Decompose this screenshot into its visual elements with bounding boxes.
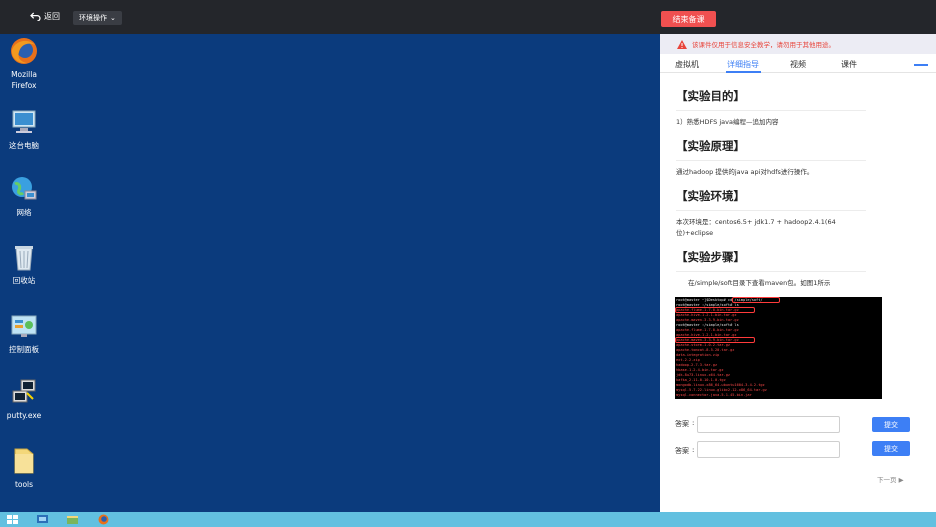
back-arrow-icon: [30, 12, 41, 21]
section-text: 1）熟悉HDFS java编程—追加内容: [676, 118, 779, 126]
answer-colon: :: [692, 446, 695, 454]
panel-tabs: 虚拟机 详细指导 视频 课件: [660, 55, 936, 73]
terminal-line: mongodb-linux-x86_64-ubuntu1604-3.4.2.tg…: [676, 383, 765, 387]
icon-label: 回收站: [12, 276, 36, 285]
answer-input-2[interactable]: [697, 441, 840, 458]
answer-label: 答案: [675, 420, 689, 428]
highlight-box: [732, 297, 780, 303]
warning-banner: 该课件仅用于信息安全教学，请勿用于其他用途。: [660, 34, 936, 54]
start-windows-icon[interactable]: [7, 514, 18, 525]
icon-label: putty.exe: [6, 411, 42, 420]
section-heading: 【实验原理】: [676, 128, 866, 161]
highlight-box: [675, 337, 755, 343]
putty-icon: [9, 377, 39, 407]
tab-detailed-guide[interactable]: 详细指导: [727, 59, 759, 70]
terminal-line: apache-maven-3.3.9-bin.tar.gz: [676, 318, 739, 322]
section-text: 在/simple/soft目录下查看maven包。如图1所示: [688, 279, 831, 287]
top-toolbar: 返回 环境操作 ⌄ 结束备课: [0, 0, 936, 34]
terminal-line: jdk-8u73-linux-x64.tar.gz: [676, 373, 731, 377]
tab-vm[interactable]: 虚拟机: [675, 59, 699, 70]
server-manager-icon[interactable]: [37, 514, 48, 525]
terminal-line: apache-storm-1.0.2.tar.gz: [676, 343, 731, 347]
terminal-line: kafka_2.11-0.10.1.0.tgz: [676, 378, 726, 382]
taskbar: [0, 512, 936, 527]
terminal-line: apache-hive-1.2.1-bin.tar.gz: [676, 313, 737, 317]
desktop-icon-tools[interactable]: tools: [0, 446, 48, 490]
recycle-bin-icon: [9, 242, 39, 272]
terminal-line: mysql-5.7.22-linux-glibc2.12-x86_64.tar.…: [676, 388, 767, 392]
terminal-line: apache-tomcat-8.5.20.tar.gz: [676, 348, 735, 352]
warning-text: 该课件仅用于信息安全教学，请勿用于其他用途。: [692, 41, 835, 49]
terminal-line: hadoop-2.7.3.tar.gz: [676, 363, 718, 367]
desktop-icon-firefox[interactable]: Mozilla Firefox: [0, 36, 48, 91]
icon-label: Firefox: [11, 81, 37, 90]
icon-label: 这台电脑: [9, 141, 39, 150]
next-page-link[interactable]: 下一页 ▶: [877, 474, 904, 484]
network-icon: [9, 174, 39, 204]
highlight-box: [675, 307, 755, 313]
submit-button-1[interactable]: 提交: [872, 417, 910, 432]
section-text: 本次环境是：centos6.5+ jdk1.7 + hadoop2.4.1(64…: [676, 218, 836, 237]
section-heading: 【实验环境】: [676, 178, 866, 211]
desktop-icon-this-pc[interactable]: 这台电脑: [0, 107, 48, 151]
chevron-down-icon: ⌄: [110, 14, 116, 22]
collapse-menu-icon[interactable]: [914, 64, 928, 66]
desktop-icon-network[interactable]: 网络: [0, 174, 48, 218]
firefox-taskbar-icon[interactable]: [98, 514, 109, 525]
section-heading: 【实验步骤】: [676, 239, 866, 272]
answer-input-1[interactable]: [697, 416, 840, 433]
answer-label: 答案: [675, 447, 689, 455]
folder-icon: [9, 446, 39, 476]
desktop-icon-putty[interactable]: putty.exe: [0, 377, 48, 421]
computer-icon: [9, 107, 39, 137]
file-explorer-icon[interactable]: [67, 514, 78, 525]
section-text: 通过hadoop 提供的java api对hdfs进行操作。: [676, 168, 814, 176]
terminal-line: root@master :/simple/soft# ls: [676, 323, 739, 327]
tab-courseware[interactable]: 课件: [841, 59, 857, 70]
firefox-icon: [9, 36, 39, 66]
icon-label: tools: [14, 480, 34, 489]
tab-video[interactable]: 视频: [790, 59, 806, 70]
remote-desktop[interactable]: Mozilla Firefox 这台电脑 网络 回收站 控制面板 putty.e…: [0, 34, 660, 512]
end-prep-button[interactable]: 结束备课: [661, 11, 716, 27]
terminal-line: ext-2.2.zip: [676, 358, 700, 362]
terminal-line: hbase-1.2.4-bin.tar.gz: [676, 368, 724, 372]
icon-label: 网络: [16, 208, 32, 217]
back-label: 返回: [44, 12, 60, 21]
env-label: 环境操作: [79, 14, 107, 22]
active-tab-indicator: [726, 71, 761, 73]
icon-label: 控制面板: [9, 345, 39, 354]
env-operations-dropdown[interactable]: 环境操作 ⌄: [73, 11, 122, 25]
terminal-line: apache-flume-1.7.0-bin.tar.gz: [676, 328, 739, 332]
icon-label: Mozilla: [11, 70, 37, 79]
submit-button-2[interactable]: 提交: [872, 441, 910, 456]
section-heading: 【实验目的】: [676, 78, 866, 111]
terminal-line: data-integration.zip: [676, 353, 720, 357]
desktop-icon-control-panel[interactable]: 控制面板: [0, 311, 48, 355]
terminal-screenshot-figure: root@master ~]$Desktop# cd /simple/soft/…: [675, 297, 882, 399]
warning-icon: [677, 39, 687, 49]
back-button[interactable]: 返回: [30, 11, 60, 22]
guide-content: 【实验目的】 1）熟悉HDFS java编程—追加内容 【实验原理】 通过had…: [676, 78, 866, 289]
terminal-line: mysql-connector-java-5.1.45-bin.jar: [676, 393, 752, 397]
answer-colon: :: [692, 419, 695, 427]
desktop-icon-recycle-bin[interactable]: 回收站: [0, 242, 48, 286]
control-panel-icon: [9, 311, 39, 341]
